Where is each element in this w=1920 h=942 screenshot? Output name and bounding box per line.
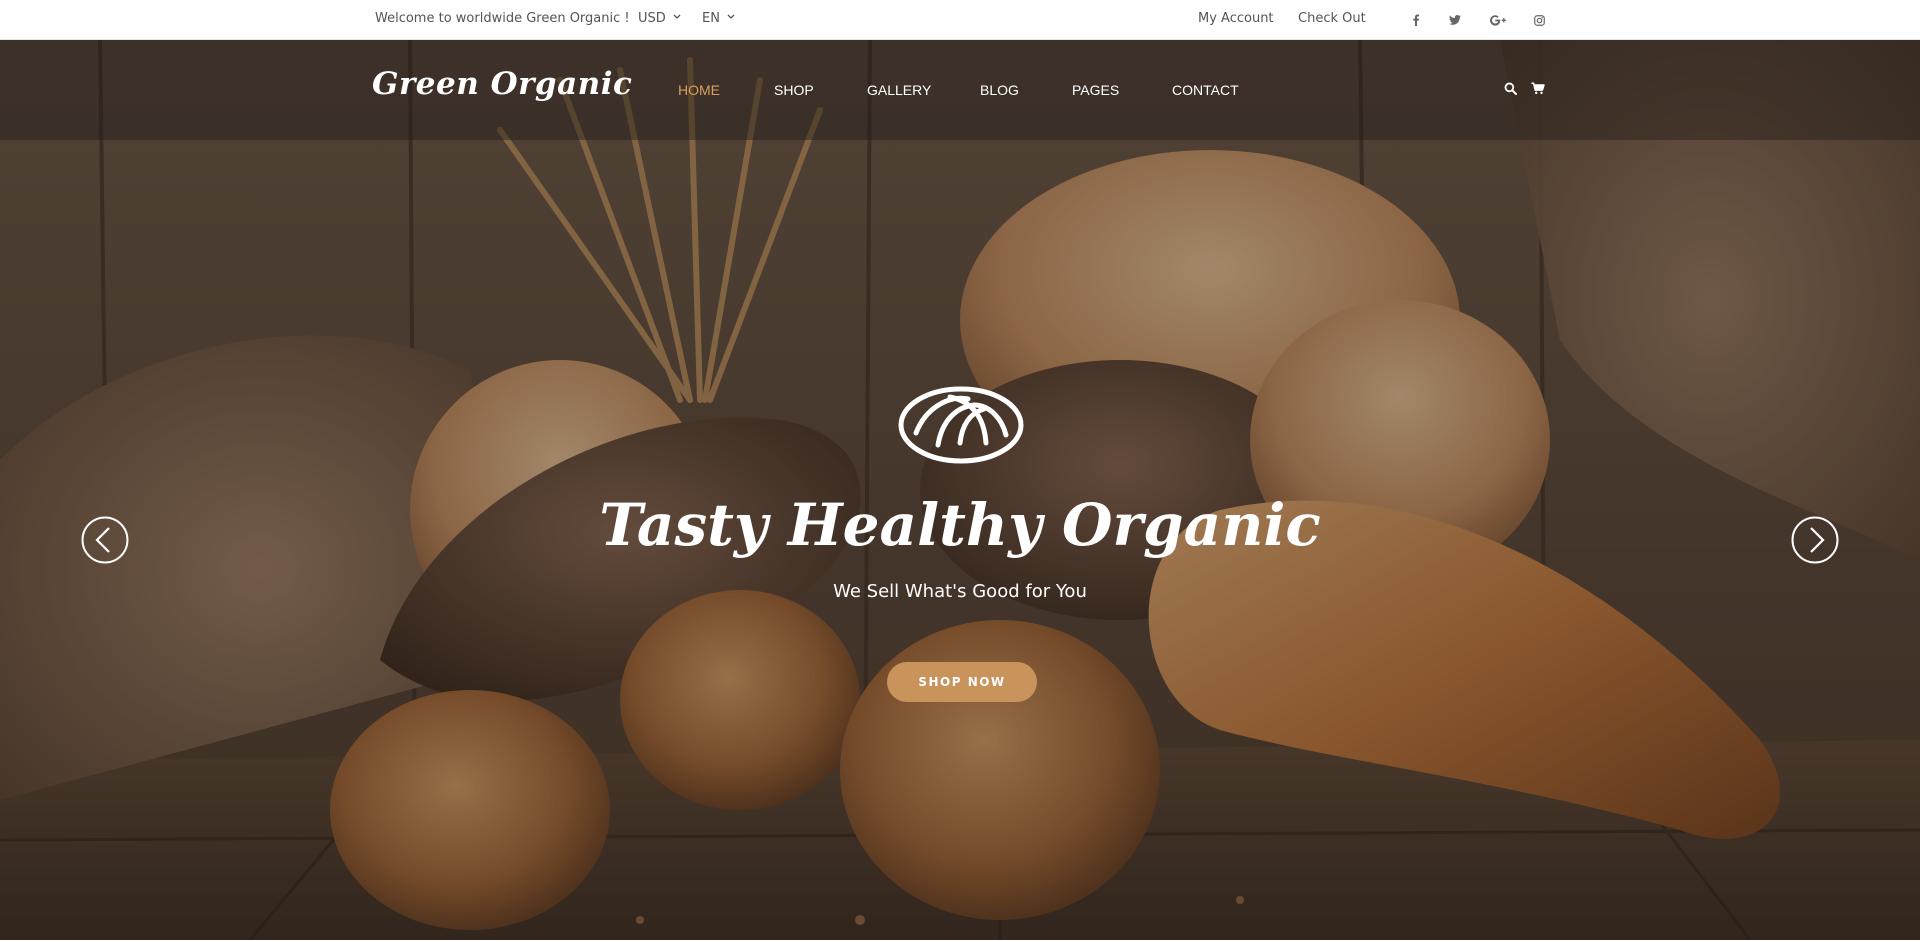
check-out-link[interactable]: Check Out	[1298, 12, 1366, 26]
facebook-icon[interactable]	[1408, 12, 1424, 28]
top-bar: Welcome to worldwide Green Organic ! USD…	[0, 0, 1920, 40]
hero-title: Tasty Healthy Organic	[599, 491, 1321, 559]
bread-icon	[898, 386, 1024, 464]
language-label: EN	[702, 11, 720, 26]
nav-home[interactable]: HOME	[678, 82, 720, 98]
site-logo[interactable]: Green Organic	[372, 66, 632, 102]
hero-slider: Green Organic HOME SHOP GALLERY BLOG PAG…	[0, 40, 1920, 940]
chevron-down-icon	[727, 14, 735, 19]
nav-gallery[interactable]: GALLERY	[867, 82, 931, 98]
shop-now-button[interactable]: SHOP NOW	[887, 662, 1037, 702]
language-selector[interactable]: EN	[702, 12, 735, 26]
google-plus-icon[interactable]	[1487, 12, 1509, 28]
my-account-link[interactable]: My Account	[1198, 12, 1274, 26]
nav-pages[interactable]: PAGES	[1072, 82, 1119, 98]
twitter-icon[interactable]	[1447, 12, 1463, 28]
instagram-icon[interactable]	[1531, 12, 1547, 28]
currency-selector[interactable]: USD	[638, 12, 681, 26]
nav-shop[interactable]: SHOP	[774, 82, 814, 98]
nav-contact[interactable]: CONTACT	[1172, 82, 1239, 98]
search-icon[interactable]	[1502, 80, 1518, 96]
nav-blog[interactable]: BLOG	[980, 82, 1019, 98]
arrow-left-icon[interactable]	[81, 516, 129, 564]
currency-label: USD	[638, 11, 666, 26]
welcome-text: Welcome to worldwide Green Organic !	[375, 11, 630, 26]
chevron-down-icon	[673, 14, 681, 19]
cart-icon[interactable]	[1530, 80, 1546, 96]
hero-subtitle: We Sell What's Good for You	[833, 581, 1087, 602]
arrow-right-icon[interactable]	[1791, 516, 1839, 564]
main-header: Green Organic HOME SHOP GALLERY BLOG PAG…	[0, 40, 1920, 140]
